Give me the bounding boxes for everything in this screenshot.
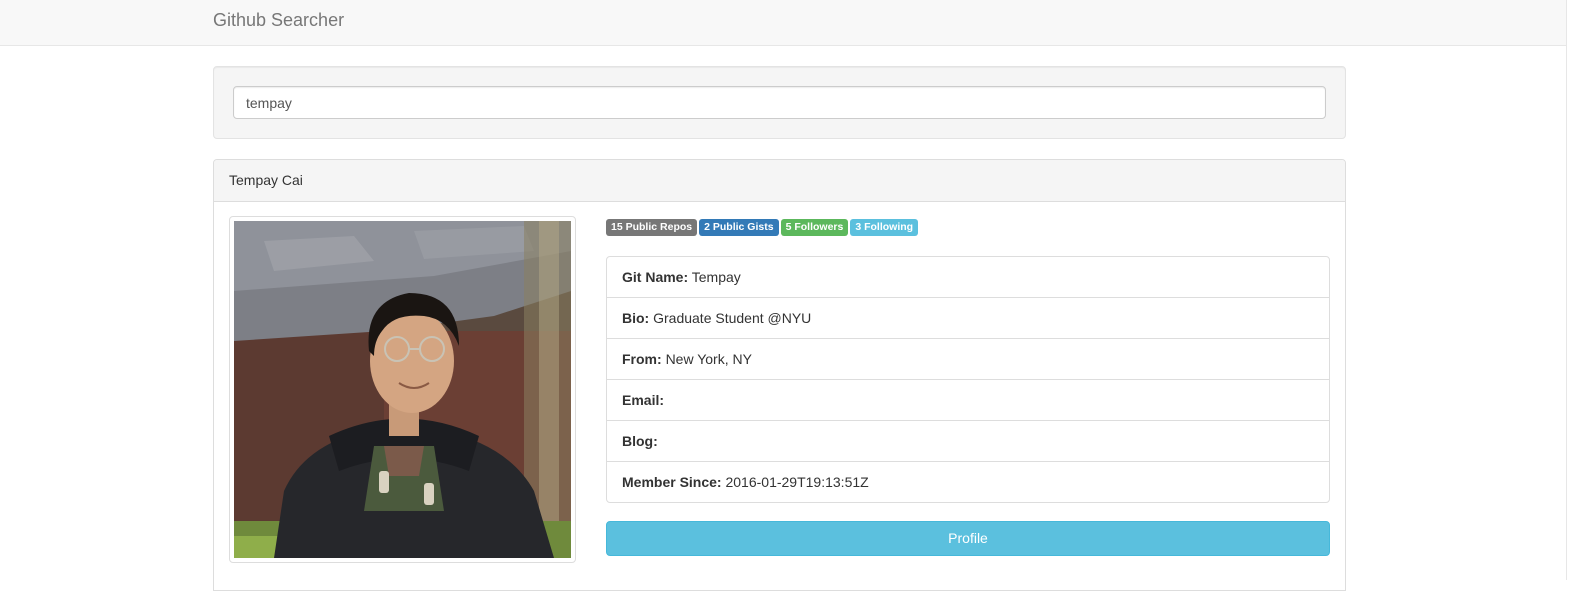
search-well bbox=[213, 66, 1346, 139]
avatar bbox=[234, 221, 571, 558]
detail-value: New York, NY bbox=[665, 351, 752, 367]
detail-label: Git Name: bbox=[622, 269, 689, 285]
detail-value: Graduate Student @NYU bbox=[653, 310, 812, 326]
detail-blog: Blog: bbox=[607, 421, 1329, 462]
detail-label: Bio: bbox=[622, 310, 650, 326]
detail-label: From: bbox=[622, 351, 662, 367]
avatar-thumbnail bbox=[229, 216, 576, 563]
profile-panel: Tempay Cai 15 Public Repos 2 Public Gist… bbox=[213, 159, 1346, 591]
detail-label: Blog: bbox=[622, 433, 658, 449]
page-edge bbox=[1566, 0, 1577, 580]
detail-value: Tempay bbox=[691, 269, 741, 285]
detail-value: 2016-01-29T19:13:51Z bbox=[725, 474, 869, 490]
detail-label: Email: bbox=[622, 392, 665, 408]
detail-member-since: Member Since: 2016-01-29T19:13:51Z bbox=[607, 462, 1329, 502]
detail-email: Email: bbox=[607, 380, 1329, 421]
profile-details: Git Name: Tempay Bio: Graduate Student @… bbox=[606, 256, 1330, 503]
profile-name: Tempay Cai bbox=[229, 172, 303, 188]
detail-bio: Bio: Graduate Student @NYU bbox=[607, 298, 1329, 339]
badge-public-gists: 2 Public Gists bbox=[699, 219, 779, 236]
navbar: Github Searcher bbox=[0, 0, 1567, 46]
detail-git-name: Git Name: Tempay bbox=[607, 257, 1329, 298]
detail-from: From: New York, NY bbox=[607, 339, 1329, 380]
badge-following: 3 Following bbox=[850, 219, 919, 236]
detail-label: Member Since: bbox=[622, 474, 722, 490]
badge-followers: 5 Followers bbox=[780, 219, 849, 236]
badge-public-repos: 15 Public Repos bbox=[606, 219, 698, 236]
search-input[interactable] bbox=[233, 86, 1326, 119]
profile-button[interactable]: Profile bbox=[606, 521, 1330, 556]
stat-badges: 15 Public Repos 2 Public Gists 5 Followers… bbox=[606, 219, 920, 237]
avatar-photo bbox=[234, 221, 571, 558]
panel-heading: Tempay Cai bbox=[214, 160, 1345, 202]
brand-link[interactable]: Github Searcher bbox=[213, 10, 344, 30]
